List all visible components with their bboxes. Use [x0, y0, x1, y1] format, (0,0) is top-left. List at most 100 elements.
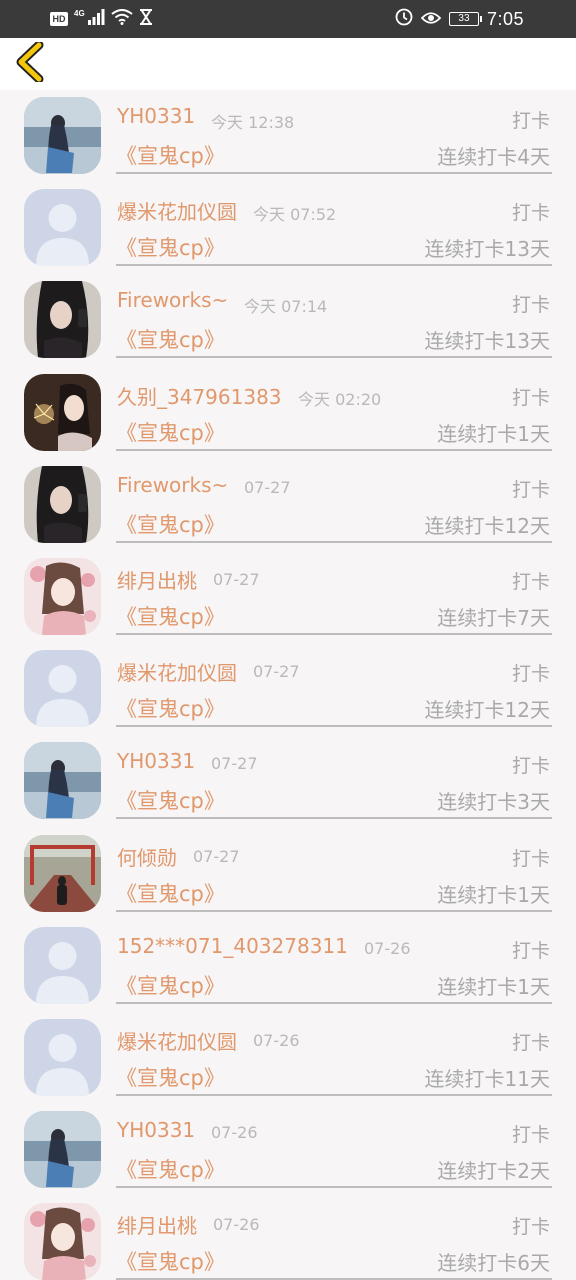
avatar[interactable]	[24, 465, 101, 543]
streak-count: 连续打卡6天	[437, 1251, 550, 1276]
avatar[interactable]	[24, 1018, 101, 1096]
row-divider	[116, 356, 552, 359]
status-left-group: HD 4G	[50, 8, 153, 30]
user-name[interactable]: 绯月出桃	[117, 565, 197, 594]
checkin-item[interactable]: Fireworks~ 今天 07:14 打卡 《宣鬼cp》 连续打卡13天	[0, 274, 576, 366]
row-divider	[116, 909, 552, 912]
status-right-group: 33 7:05	[395, 7, 524, 31]
user-name[interactable]: 绯月出桃	[117, 1210, 197, 1239]
checkin-item[interactable]: 绯月出桃 07-26 打卡《宣鬼cp》 连续打卡6天	[0, 1196, 576, 1280]
checkin-item[interactable]: YH0331 07-26 打卡 《宣鬼cp》 连续打卡2天	[0, 1104, 576, 1196]
checkin-time: 07-26	[253, 1030, 300, 1050]
avatar[interactable]	[24, 97, 101, 174]
topic-title[interactable]: 《宣鬼cp》	[116, 970, 225, 1000]
topic-title[interactable]: 《宣鬼cp》	[116, 140, 225, 170]
checkin-type-label: 打卡	[511, 847, 550, 870]
user-name[interactable]: 爆米花加仪圆	[117, 196, 237, 225]
hd-icon: HD	[50, 12, 68, 26]
row-divider	[116, 172, 552, 174]
streak-count: 连续打卡4天	[437, 145, 550, 169]
streak-count: 连续打卡1天	[437, 974, 550, 999]
checkin-type-label: 打卡	[511, 663, 550, 686]
topic-title[interactable]: 《宣鬼cp》	[116, 417, 225, 447]
checkin-item[interactable]: YH0331 07-27 打卡《宣鬼cp》 连续打卡3天	[0, 735, 576, 827]
topic-title[interactable]: 《宣鬼cp》	[116, 324, 225, 354]
checkin-type-label: 打卡	[511, 939, 550, 962]
avatar[interactable]	[24, 742, 101, 820]
eye-icon	[420, 10, 442, 29]
row-divider	[116, 817, 552, 820]
checkin-type-label: 打卡	[511, 570, 550, 593]
user-name[interactable]: 久别_347961383	[117, 381, 282, 410]
topic-title[interactable]: 《宣鬼cp》	[116, 232, 225, 262]
avatar[interactable]	[24, 557, 101, 635]
hourglass-icon	[139, 9, 153, 29]
checkin-type-label: 打卡	[511, 1124, 550, 1147]
topic-title[interactable]: 《宣鬼cp》	[116, 601, 225, 631]
topic-title[interactable]: 《宣鬼cp》	[116, 785, 225, 815]
avatar[interactable]	[24, 1111, 101, 1189]
user-name[interactable]: YH0331	[117, 1118, 195, 1142]
avatar[interactable]	[24, 1203, 101, 1280]
checkin-time: 今天 07:14	[244, 297, 328, 317]
checkin-time: 07-27	[211, 754, 258, 774]
row-divider	[116, 1093, 552, 1096]
user-name[interactable]: Fireworks~	[117, 288, 228, 312]
avatar[interactable]	[24, 281, 101, 359]
checkin-item[interactable]: 152***071_403278311 07-26 打卡 《宣鬼cp》 连续打卡1天	[0, 920, 576, 1012]
checkin-item[interactable]: YH0331 今天 12:38 打卡 《宣鬼cp》 连续打卡4天	[0, 90, 576, 182]
topic-title[interactable]: 《宣鬼cp》	[116, 878, 225, 908]
alarm-icon	[395, 8, 413, 30]
chevron-left-icon	[15, 40, 45, 86]
checkin-time: 今天 07:52	[253, 205, 337, 225]
streak-count: 连续打卡7天	[437, 605, 550, 630]
app-bar	[0, 38, 576, 90]
battery-icon: 33	[448, 12, 482, 26]
user-name[interactable]: Fireworks~	[117, 473, 228, 497]
checkin-item[interactable]: 久别_347961383 今天 02:20 打卡 《宣鬼cp》 连续打卡1天	[0, 367, 576, 459]
row-divider	[116, 540, 552, 543]
checkin-time: 07-26	[211, 1123, 258, 1143]
streak-count: 连续打卡1天	[437, 421, 550, 446]
checkin-time: 07-27	[244, 477, 291, 497]
checkin-time: 07-26	[213, 1215, 260, 1235]
streak-count: 连续打卡13天	[424, 329, 550, 354]
avatar[interactable]	[24, 373, 101, 451]
status-time: 7:05	[486, 8, 524, 29]
checkin-item[interactable]: 爆米花加仪圆 今天 07:52 打卡 《宣鬼cp》 连续打卡13天	[0, 182, 576, 274]
checkin-type-label: 打卡	[511, 110, 550, 132]
avatar[interactable]	[24, 926, 101, 1004]
topic-title[interactable]: 《宣鬼cp》	[116, 693, 225, 723]
user-name[interactable]: 爆米花加仪圆	[117, 657, 237, 686]
avatar[interactable]	[24, 834, 101, 912]
user-name[interactable]: 何倾勋	[117, 842, 177, 871]
row-divider	[116, 1186, 552, 1189]
user-name[interactable]: YH0331	[117, 104, 195, 128]
topic-title[interactable]: 《宣鬼cp》	[116, 509, 225, 539]
topic-title[interactable]: 《宣鬼cp》	[116, 1062, 225, 1092]
user-name[interactable]: 爆米花加仪圆	[117, 1026, 237, 1055]
checkin-time: 07-27	[253, 662, 300, 682]
status-bar: HD 4G 33 7:05	[0, 0, 576, 38]
user-name[interactable]: 152***071_403278311	[117, 934, 348, 958]
back-button[interactable]	[10, 40, 50, 86]
checkin-list[interactable]: YH0331 今天 12:38 打卡 《宣鬼cp》 连续打卡4天 爆米花加仪圆 今天 07:…	[0, 90, 576, 1280]
checkin-item[interactable]: Fireworks~ 07-27 打卡 《宣鬼cp》 连续打卡12天	[0, 459, 576, 551]
avatar[interactable]	[24, 650, 101, 728]
checkin-time: 07-27	[213, 569, 260, 589]
checkin-type-label: 打卡	[511, 1031, 550, 1054]
checkin-type-label: 打卡	[511, 755, 550, 778]
checkin-type-label: 打卡	[511, 1216, 550, 1239]
checkin-type-label: 打卡	[511, 478, 550, 501]
streak-count: 连续打卡3天	[437, 790, 550, 815]
row-divider	[116, 264, 552, 267]
checkin-item[interactable]: 爆米花加仪圆 07-27 打卡《宣鬼cp》 连续打卡12天	[0, 643, 576, 735]
topic-title[interactable]: 《宣鬼cp》	[116, 1246, 225, 1276]
checkin-item[interactable]: 何倾勋 07-27 打卡 《宣鬼cp》 连续打卡1天	[0, 828, 576, 920]
topic-title[interactable]: 《宣鬼cp》	[116, 1154, 225, 1184]
avatar[interactable]	[24, 189, 101, 267]
checkin-item[interactable]: 爆米花加仪圆 07-26 打卡 《宣鬼cp》 连续打卡11天	[0, 1012, 576, 1104]
streak-count: 连续打卡12天	[424, 698, 550, 723]
checkin-item[interactable]: 绯月出桃 07-27 打卡《宣鬼cp》 连续打卡7天	[0, 551, 576, 643]
user-name[interactable]: YH0331	[117, 749, 195, 773]
